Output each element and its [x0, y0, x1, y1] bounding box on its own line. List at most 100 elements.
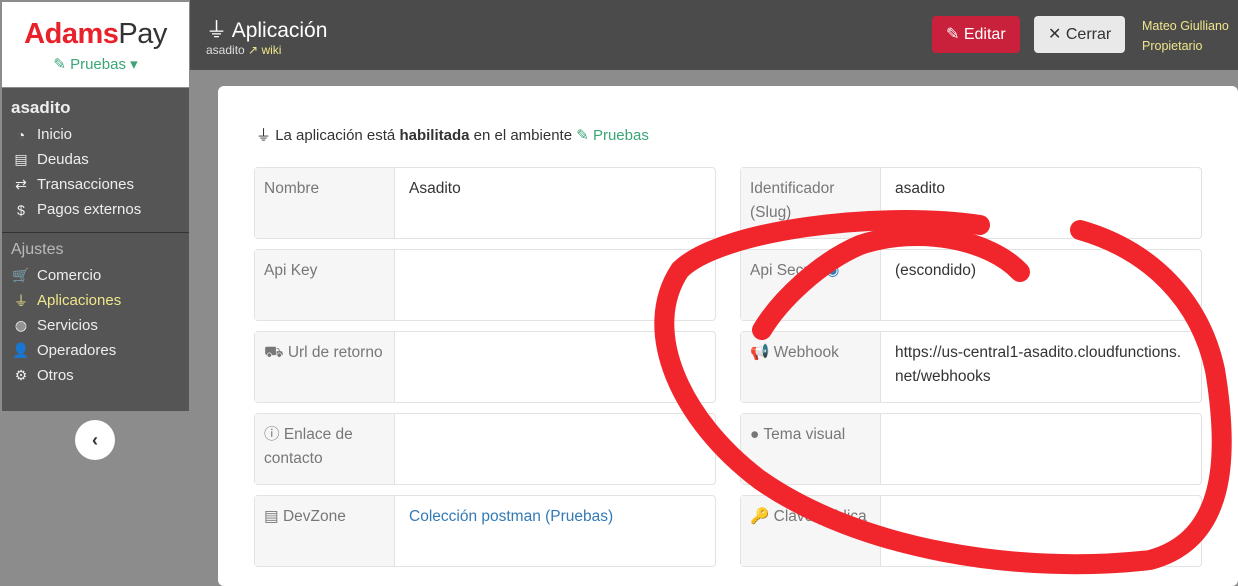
section-title: Ajustes	[11, 241, 64, 258]
field-devzone: ▤ DevZone Colección postman (Pruebas)	[254, 495, 716, 567]
eye-icon[interactable]: ◉	[826, 262, 840, 279]
user-name: Mateo Giulliano	[1142, 19, 1229, 33]
wiki-link[interactable]: ↗ wiki	[248, 43, 281, 57]
megaphone-icon: 📢	[750, 344, 770, 361]
sidebar-item-transacciones[interactable]: ⇄ Transacciones	[2, 172, 189, 197]
field-value: asadito	[895, 180, 945, 197]
field-label-text: Url de retorno	[287, 344, 383, 361]
page-title: ⏚ Aplicación	[206, 14, 327, 44]
field-value	[881, 414, 1201, 484]
field-tema-visual: ● Tema visual	[740, 413, 1202, 485]
field-label-text: Webhook	[773, 344, 839, 361]
sidebar: AdamsPay ✎ Pruebas ▾ asadito ◔ Inicio ▤ De…	[0, 0, 190, 578]
gear-icon: ⚙	[14, 367, 28, 383]
sidebar-item-deudas[interactable]: ▤ Deudas	[2, 147, 189, 172]
field-label: 📢 Webhook	[741, 332, 881, 402]
field-webhook: 📢 Webhook https://us-central1-asadito.clo…	[740, 331, 1202, 403]
sidebar-item-aplicaciones[interactable]: ⏚ Aplicaciones	[2, 288, 189, 313]
field-value	[395, 250, 715, 320]
field-value	[395, 414, 715, 484]
field-api-key: Api Key	[254, 249, 716, 321]
field-value	[881, 496, 1201, 566]
exchange-icon: ⇄	[15, 176, 27, 192]
pencil-icon: ✎	[946, 26, 960, 43]
breadcrumb: asadito ↗ wiki	[206, 43, 281, 57]
logo-pay: Pay	[118, 18, 167, 50]
user-cog-icon: 👤	[12, 342, 30, 358]
sidebar-item-label: Transacciones	[37, 176, 134, 193]
field-label-text: Api Secret	[750, 262, 822, 279]
wiki-label: wiki	[261, 43, 282, 57]
sidebar-item-operadores[interactable]: 👤 Operadores	[2, 338, 189, 363]
close-button[interactable]: ✕ Cerrar	[1034, 16, 1126, 53]
field-value: (escondido)	[895, 262, 976, 279]
field-value: https://us-central1-asadito.cloudfunctio…	[895, 344, 1182, 385]
edit-button[interactable]: ✎ Editar	[932, 16, 1020, 53]
app-name: asadito	[11, 98, 71, 117]
app-slug: asadito	[206, 43, 245, 57]
sidebar-item-otros[interactable]: ⚙ Otros	[2, 363, 189, 388]
info-icon: ⓘ	[264, 426, 280, 443]
external-link-icon: ↗	[248, 43, 259, 57]
header: ⏚ Aplicación asadito ↗ wiki ✎ Editar ✕ C…	[190, 0, 1238, 70]
field-value	[395, 332, 715, 402]
sidebar-item-inicio[interactable]: ◔ Inicio	[2, 122, 189, 147]
edit-label: Editar	[963, 26, 1006, 43]
cart-icon: 🛒	[12, 267, 30, 283]
sidebar-item-comercio[interactable]: 🛒 Comercio	[2, 263, 189, 288]
environment-label: Pruebas	[70, 56, 126, 73]
field-label-text: Clave pública	[773, 508, 867, 525]
flask-icon: ✎	[53, 56, 66, 73]
field-enlace-contacto: ⓘ Enlace de contacto	[254, 413, 716, 485]
key-icon: 🔑	[750, 508, 770, 525]
field-label: ⛟ Url de retorno	[255, 332, 395, 402]
field-label-text: DevZone	[282, 508, 346, 525]
plug-icon: ⏚	[206, 19, 227, 42]
sidebar-item-label: Inicio	[37, 126, 73, 143]
field-label: ▤ DevZone	[255, 496, 395, 566]
sidebar-item-label: Servicios	[37, 317, 98, 334]
application-card: ⏚ La aplicación está habilitada en el am…	[218, 86, 1238, 586]
field-label: Api Key	[255, 250, 395, 320]
user-role: Propietario	[1142, 39, 1203, 53]
postman-collection-link[interactable]: Colección postman (Pruebas)	[409, 508, 613, 525]
field-api-secret: Api Secret ◉ (escondido)	[740, 249, 1202, 321]
sidebar-item-servicios[interactable]: ◍ Servicios	[2, 313, 189, 338]
field-nombre: Nombre Asadito	[254, 167, 716, 239]
globe-icon: ◍	[14, 317, 28, 333]
close-label: Cerrar	[1065, 26, 1112, 43]
sidebar-item-label: Pagos externos	[37, 201, 142, 218]
user-menu[interactable]: Mateo Giulliano Propietario	[1142, 16, 1229, 56]
money-chat-icon: $	[17, 201, 25, 218]
field-value: Asadito	[409, 180, 461, 197]
divider	[2, 232, 189, 233]
field-label: Nombre	[255, 168, 395, 238]
truck-icon: ⛟	[264, 344, 284, 361]
environment-link[interactable]: ✎ Pruebas	[576, 127, 649, 144]
file-invoice-icon: ▤	[14, 151, 28, 167]
sidebar-menu: asadito ◔ Inicio ▤ Deudas ⇄ Transacciones $…	[2, 88, 189, 411]
dashboard-icon: ◔	[16, 126, 26, 143]
page-title-text: Aplicación	[231, 19, 328, 42]
file-code-icon: ▤	[264, 508, 279, 525]
status-middle: en el ambiente	[473, 127, 573, 144]
plug-icon: ⏚	[14, 292, 28, 309]
sidebar-item-label: Otros	[37, 367, 74, 384]
field-url-retorno: ⛟ Url de retorno	[254, 331, 716, 403]
field-label-text: Tema visual	[763, 426, 846, 443]
field-label: Api Secret ◉	[741, 250, 881, 320]
sidebar-item-pagos-externos[interactable]: $ Pagos externos	[2, 197, 189, 222]
sidebar-item-label: Aplicaciones	[37, 292, 122, 309]
status-state: habilitada	[399, 127, 470, 144]
status-message: ⏚ La aplicación está habilitada en el am…	[256, 124, 649, 145]
field-label: 🔑 Clave pública	[741, 496, 881, 566]
sidebar-item-label: Operadores	[37, 342, 117, 359]
close-icon: ✕	[1048, 26, 1062, 43]
environment-dropdown[interactable]: ✎ Pruebas ▾	[2, 55, 189, 73]
logo: AdamsPay ✎ Pruebas ▾	[2, 2, 189, 87]
field-label: ● Tema visual	[741, 414, 881, 484]
sidebar-item-label: Comercio	[37, 267, 102, 284]
field-label: Identificador (Slug)	[741, 168, 881, 238]
collapse-sidebar-button[interactable]: ‹	[75, 420, 115, 460]
palette-icon: ●	[750, 426, 760, 443]
